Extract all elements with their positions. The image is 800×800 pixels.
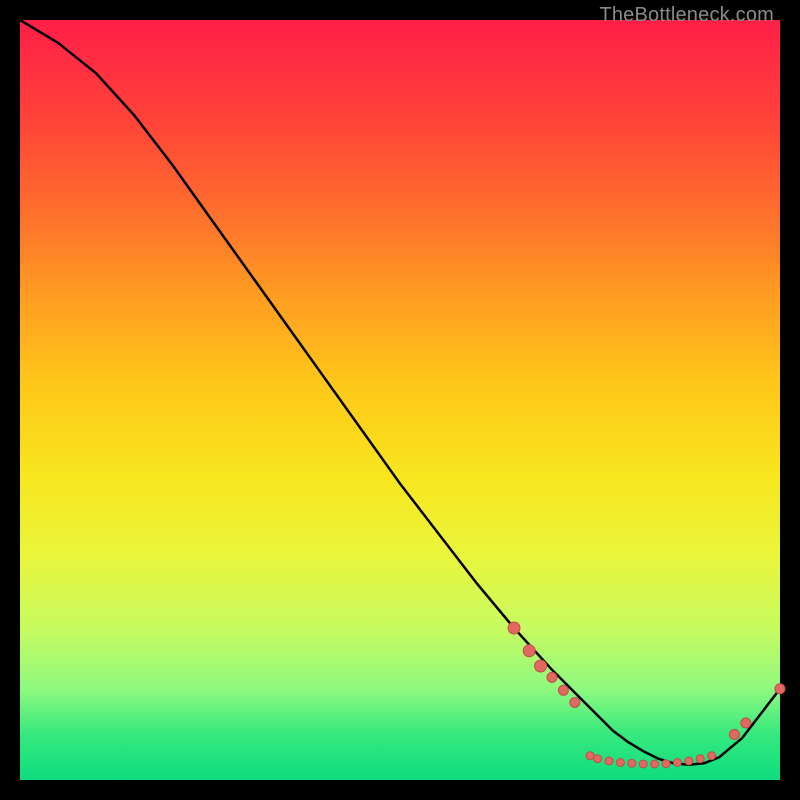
highlight-point [547,672,557,682]
highlight-point [651,760,659,768]
chart-overlay [20,20,780,780]
highlight-point [628,759,636,767]
highlight-point [570,698,580,708]
highlight-point [662,760,670,768]
highlight-point [729,729,739,739]
highlight-points-group [508,622,785,768]
highlight-point [508,622,520,634]
highlight-point [586,752,594,760]
chart-frame: TheBottleneck.com [0,0,800,800]
highlight-point [741,718,751,728]
watermark-text: TheBottleneck.com [599,4,774,27]
highlight-point [673,759,681,767]
highlight-point [639,760,647,768]
highlight-point [594,755,602,763]
highlight-point [685,757,693,765]
highlight-point [696,755,704,763]
highlight-point [775,684,785,694]
bottleneck-curve-path [20,20,780,765]
highlight-point [708,752,716,760]
highlight-point [616,759,624,767]
highlight-point [523,645,535,657]
highlight-point [605,757,613,765]
highlight-point [558,685,568,695]
highlight-point [535,660,547,672]
